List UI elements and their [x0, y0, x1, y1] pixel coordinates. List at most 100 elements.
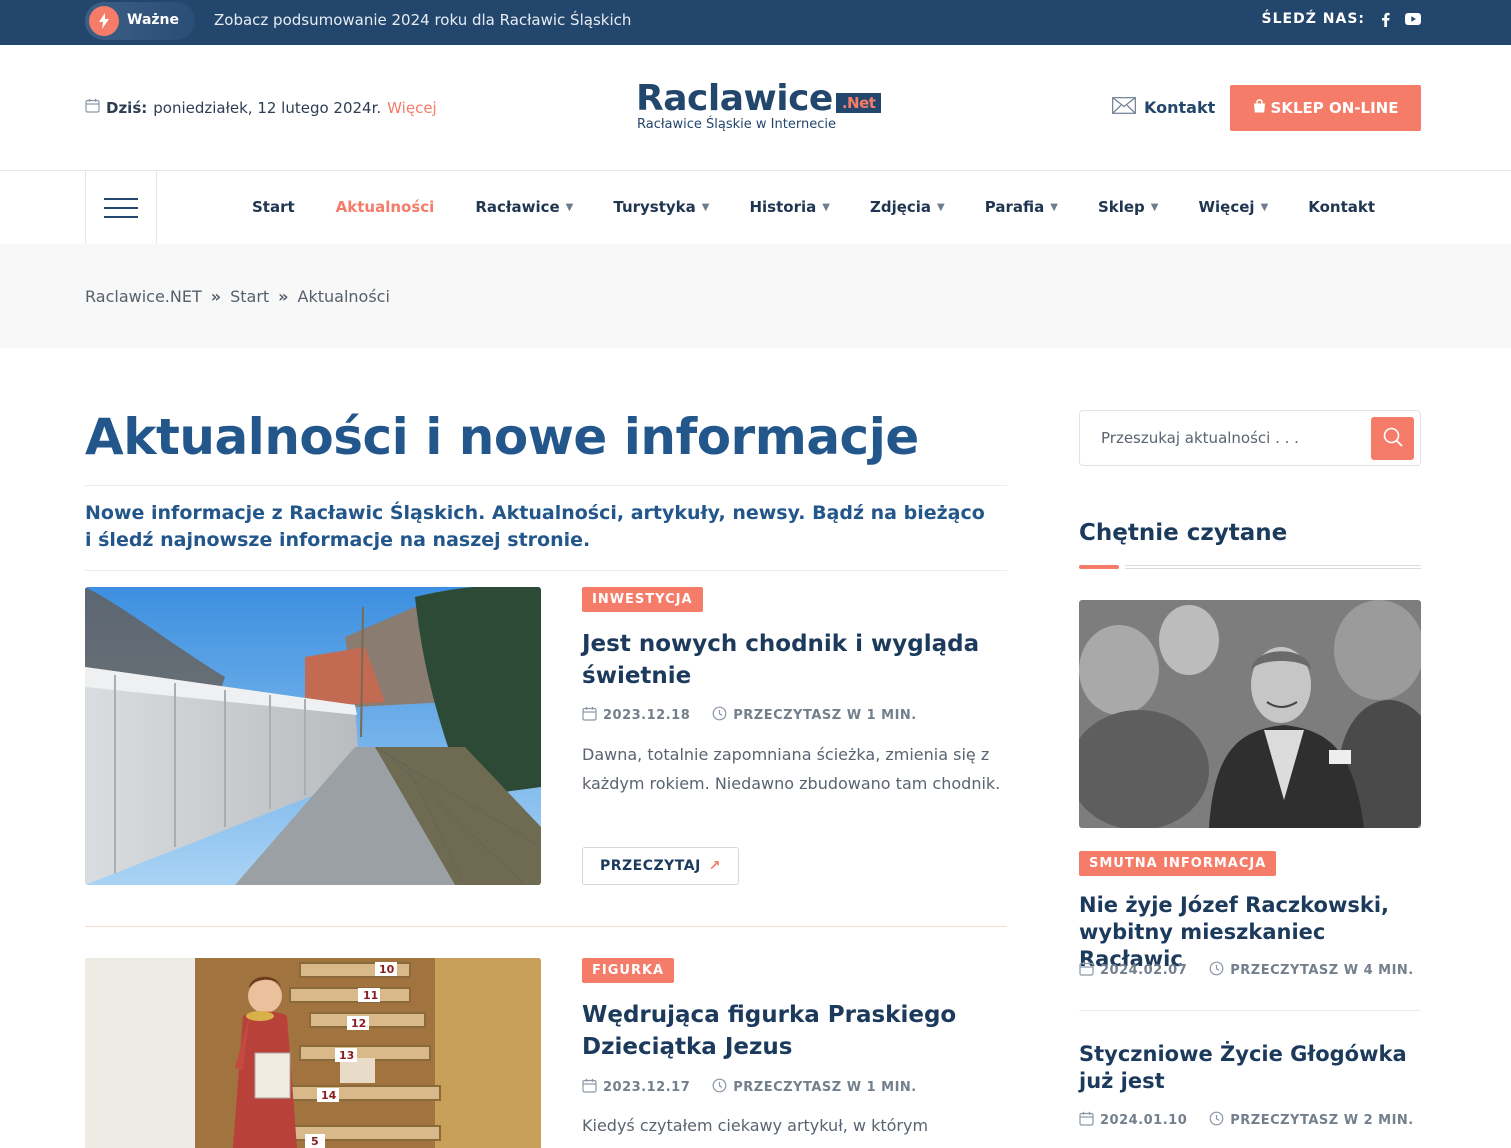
- post-read-time: PRZECZYTASZ W 4 MIN.: [1230, 963, 1414, 978]
- logo-text: Raclawice: [636, 78, 833, 119]
- chevron-down-icon: ▼: [1050, 201, 1058, 213]
- post-date: 2024.01.10: [1100, 1113, 1188, 1128]
- breadcrumb: Raclawice.NET » Start » Aktualności: [85, 287, 390, 306]
- breadcrumb-current: Aktualności: [297, 287, 390, 306]
- social-follow: ŚLEDŹ NAS:: [1262, 11, 1421, 27]
- article-read-time: PRZECZYTASZ W 1 MIN.: [733, 708, 917, 723]
- lightning-icon: [89, 6, 119, 36]
- nav-items: Start Aktualności Racławice ▼ Turystyka ▼ …: [252, 198, 1375, 216]
- nav-kontakt[interactable]: Kontakt: [1308, 198, 1375, 216]
- shop-online-label: SKLEP ON-LINE: [1270, 99, 1399, 117]
- popular-post-image[interactable]: [1079, 600, 1421, 828]
- date-label: Dziś:: [106, 98, 148, 117]
- clock-icon: [1209, 961, 1224, 980]
- post-read-time: PRZECZYTASZ W 2 MIN.: [1230, 1113, 1414, 1128]
- date-value: poniedziałek, 12 lutego 2024r.: [153, 98, 382, 117]
- article-image-figurine[interactable]: 10 11 12 13 14 5: [85, 958, 541, 1148]
- chevron-down-icon: ▼: [565, 201, 574, 213]
- follow-label: ŚLEDŹ NAS:: [1261, 11, 1365, 27]
- post-category-tag[interactable]: SMUTNA INFORMACJA: [1079, 851, 1277, 876]
- logo-net: .Net: [835, 93, 882, 113]
- post-meta: 2024.02.07 PRZECZYTASZ W 4 MIN.: [1079, 961, 1414, 980]
- clock-icon: [712, 706, 727, 725]
- article-image-sidewalk[interactable]: [85, 587, 541, 885]
- page-title: Aktualności i nowe informacje: [85, 408, 919, 466]
- logo-tagline: Racławice Śląskie w Internecie: [637, 117, 836, 132]
- article-title[interactable]: Wędrująca figurka Praskiego Dzieciątka J…: [582, 999, 1002, 1063]
- main-nav: Start Aktualności Racławice ▼ Turystyka ▼ …: [0, 170, 1511, 244]
- arrow-up-right-icon: ↗: [708, 858, 722, 874]
- chevron-down-icon: ▼: [822, 201, 830, 213]
- article-excerpt: Dawna, totalnie zapomniana ścieżka, zmie…: [582, 745, 1001, 793]
- post-date: 2024.02.07: [1100, 963, 1188, 978]
- search-button[interactable]: [1371, 417, 1414, 460]
- article-date: 2023.12.18: [603, 708, 691, 723]
- step-number-label: 5: [311, 1135, 319, 1148]
- nav-start[interactable]: Start: [252, 198, 295, 216]
- step-number-label: 10: [379, 963, 395, 976]
- nav-turystyka[interactable]: Turystyka ▼: [613, 198, 709, 216]
- double-chevron-right-icon: »: [278, 287, 289, 306]
- calendar-icon: [582, 706, 597, 725]
- calendar-icon: [582, 1078, 597, 1097]
- article-excerpt: Kiedyś czytałem ciekawy artykuł, w który…: [582, 1116, 929, 1135]
- breadcrumb-bar: Raclawice.NET » Start » Aktualności: [0, 244, 1511, 348]
- chevron-down-icon: ▼: [701, 201, 710, 213]
- article-category-tag[interactable]: FIGURKA: [582, 958, 675, 983]
- youtube-icon[interactable]: [1405, 11, 1421, 27]
- facebook-icon[interactable]: [1377, 11, 1393, 27]
- nav-sklep[interactable]: Sklep ▼: [1098, 198, 1159, 216]
- header-contact-link[interactable]: Kontakt: [1112, 97, 1215, 118]
- search-input[interactable]: [1081, 412, 1371, 464]
- sidebar-search: [1079, 410, 1421, 466]
- nav-zdjecia[interactable]: Zdjęcia ▼: [870, 198, 945, 216]
- date-more-link[interactable]: Więcej: [387, 99, 437, 117]
- article-date: 2023.12.17: [603, 1080, 691, 1095]
- contact-label: Kontakt: [1144, 98, 1216, 117]
- nav-parafia[interactable]: Parafia ▼: [985, 198, 1058, 216]
- page-intro: Nowe informacje z Racławic Śląskich. Akt…: [85, 502, 985, 551]
- search-icon: [1383, 427, 1403, 451]
- heading-underline: [1079, 564, 1421, 570]
- article-category-tag[interactable]: INWESTYCJA: [582, 587, 703, 612]
- nav-wiecej[interactable]: Więcej ▼: [1198, 198, 1268, 216]
- read-more-button[interactable]: PRZECZYTAJ ↗: [582, 847, 739, 885]
- divider: [85, 570, 1007, 571]
- nav-historia[interactable]: Historia ▼: [749, 198, 829, 216]
- article-read-time: PRZECZYTASZ W 1 MIN.: [733, 1080, 917, 1095]
- important-badge-label: Ważne: [127, 12, 180, 28]
- shopping-bag-icon: [1253, 99, 1266, 117]
- site-logo[interactable]: Raclawice .Net Racławice Śląskie w Inter…: [636, 78, 882, 132]
- envelope-icon: [1112, 97, 1136, 118]
- clock-icon: [712, 1078, 727, 1097]
- topbar-headline[interactable]: Zobacz podsumowanie 2024 roku dla Racław…: [214, 11, 631, 29]
- step-number-label: 13: [339, 1049, 354, 1062]
- breadcrumb-start[interactable]: Start: [230, 287, 269, 306]
- shop-online-button[interactable]: SKLEP ON-LINE: [1230, 85, 1421, 131]
- step-number-label: 12: [351, 1017, 366, 1030]
- important-badge[interactable]: Ważne: [85, 2, 195, 40]
- read-more-label: PRZECZYTAJ: [599, 858, 701, 874]
- calendar-icon: [1079, 961, 1094, 980]
- divider: [85, 485, 1007, 486]
- step-number-label: 14: [321, 1089, 337, 1102]
- article-meta: 2023.12.17 PRZECZYTASZ W 1 MIN.: [582, 1078, 917, 1097]
- calendar-icon: [85, 98, 100, 117]
- today-date: Dziś: poniedziałek, 12 lutego 2024r. Wię…: [85, 98, 437, 117]
- post-meta: 2024.01.10 PRZECZYTASZ W 2 MIN.: [1079, 1111, 1414, 1130]
- article-meta: 2023.12.18 PRZECZYTASZ W 1 MIN.: [582, 706, 917, 725]
- article-title[interactable]: Jest nowych chodnik i wygląda świetnie: [582, 628, 1002, 692]
- nav-raclawice[interactable]: Racławice ▼: [475, 198, 573, 216]
- divider: [85, 926, 1007, 927]
- breadcrumb-home[interactable]: Raclawice.NET: [85, 287, 202, 306]
- top-bar: Ważne Zobacz podsumowanie 2024 roku dla …: [0, 0, 1511, 45]
- chevron-down-icon: ▼: [1150, 201, 1159, 213]
- sidebar-heading: Chętnie czytane: [1079, 520, 1288, 546]
- divider: [1079, 1010, 1421, 1011]
- popular-post-title[interactable]: Styczniowe Życie Głogówka już jest: [1079, 1041, 1421, 1095]
- hamburger-menu-button[interactable]: [85, 171, 157, 244]
- clock-icon: [1209, 1111, 1224, 1130]
- chevron-down-icon: ▼: [937, 201, 945, 213]
- step-number-label: 11: [363, 989, 378, 1002]
- nav-aktualnosci[interactable]: Aktualności: [336, 198, 435, 216]
